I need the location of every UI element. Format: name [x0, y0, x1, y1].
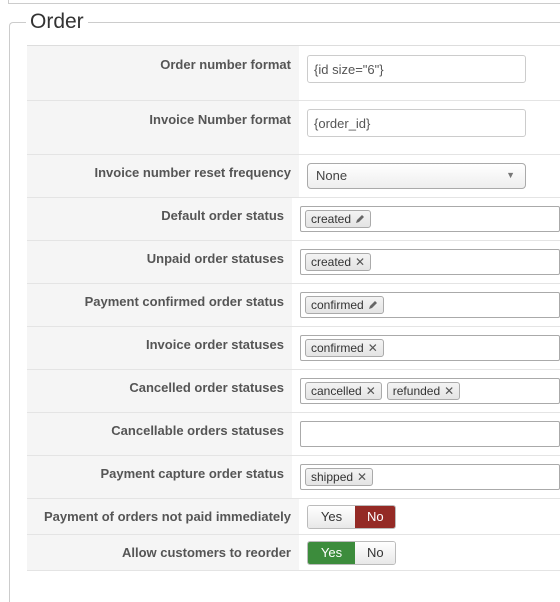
- order-settings-table: Order number format Invoice Number forma…: [27, 45, 560, 571]
- label-invoice-statuses: Invoice order statuses: [27, 327, 292, 369]
- yes-button[interactable]: Yes: [308, 506, 355, 528]
- yes-button[interactable]: Yes: [308, 542, 355, 564]
- row-cancellable-statuses: Cancellable orders statuses: [27, 413, 560, 456]
- row-invoice-number-format: Invoice Number format: [27, 101, 560, 155]
- cancellable-statuses-select[interactable]: [300, 421, 560, 447]
- allow-reorder-toggle[interactable]: Yes No: [307, 541, 396, 565]
- status-tag[interactable]: created ✕: [305, 253, 372, 271]
- label-not-paid-immediately: Payment of orders not paid immediately: [27, 499, 299, 534]
- cancelled-statuses-select[interactable]: cancelled ✕ refunded ✕: [300, 378, 560, 404]
- label-invoice-number-format: Invoice Number format: [27, 101, 299, 154]
- invoice-reset-value: None: [316, 168, 348, 183]
- capture-status-select[interactable]: shipped ✕: [300, 464, 560, 490]
- pencil-icon[interactable]: [355, 214, 365, 224]
- invoice-statuses-select[interactable]: confirmed ✕: [300, 335, 560, 361]
- row-unpaid-statuses: Unpaid order statuses created ✕: [27, 241, 560, 284]
- row-invoice-statuses: Invoice order statuses confirmed ✕: [27, 327, 560, 370]
- x-icon[interactable]: ✕: [357, 471, 367, 483]
- unpaid-statuses-select[interactable]: created ✕: [300, 249, 560, 275]
- row-cancelled-statuses: Cancelled order statuses cancelled ✕ ref…: [27, 370, 560, 413]
- x-icon[interactable]: ✕: [366, 385, 376, 397]
- label-order-number-format: Order number format: [27, 46, 299, 100]
- default-status-select[interactable]: created: [300, 206, 560, 232]
- label-invoice-reset: Invoice number reset frequency: [27, 155, 299, 197]
- not-paid-immediately-toggle[interactable]: Yes No: [307, 505, 396, 529]
- label-cancellable-statuses: Cancellable orders statuses: [27, 413, 292, 455]
- order-number-format-input[interactable]: [307, 55, 526, 83]
- row-invoice-reset: Invoice number reset frequency None ▼: [27, 155, 560, 198]
- no-button[interactable]: No: [355, 506, 395, 528]
- label-allow-reorder: Allow customers to reorder: [27, 535, 299, 570]
- pencil-icon[interactable]: [368, 300, 378, 310]
- section-title: Order: [26, 9, 88, 35]
- label-payment-confirmed: Payment confirmed order status: [27, 284, 292, 326]
- payment-confirmed-select[interactable]: confirmed: [300, 292, 560, 318]
- invoice-reset-select[interactable]: None ▼: [307, 163, 526, 189]
- x-icon[interactable]: ✕: [368, 342, 378, 354]
- status-tag[interactable]: refunded ✕: [386, 382, 461, 400]
- status-tag[interactable]: cancelled ✕: [305, 382, 382, 400]
- invoice-number-format-input[interactable]: [307, 109, 526, 137]
- x-icon[interactable]: ✕: [355, 256, 365, 268]
- row-capture-status: Payment capture order status shipped ✕: [27, 456, 560, 499]
- row-allow-reorder: Allow customers to reorder Yes No: [27, 535, 560, 571]
- row-order-number-format: Order number format: [27, 46, 560, 101]
- row-not-paid-immediately: Payment of orders not paid immediately Y…: [27, 499, 560, 535]
- label-default-status: Default order status: [27, 198, 292, 240]
- x-icon[interactable]: ✕: [444, 385, 454, 397]
- status-tag[interactable]: confirmed: [305, 296, 384, 314]
- label-cancelled-statuses: Cancelled order statuses: [27, 370, 292, 412]
- status-tag[interactable]: confirmed ✕: [305, 339, 384, 357]
- no-button[interactable]: No: [355, 542, 395, 564]
- row-default-status: Default order status created: [27, 198, 560, 241]
- row-payment-confirmed: Payment confirmed order status confirmed: [27, 284, 560, 327]
- caret-down-icon: ▼: [506, 170, 515, 180]
- status-tag[interactable]: created: [305, 210, 372, 228]
- status-tag[interactable]: shipped ✕: [305, 468, 374, 486]
- label-unpaid-statuses: Unpaid order statuses: [27, 241, 292, 283]
- top-border: [8, 0, 560, 4]
- label-capture-status: Payment capture order status: [27, 456, 292, 498]
